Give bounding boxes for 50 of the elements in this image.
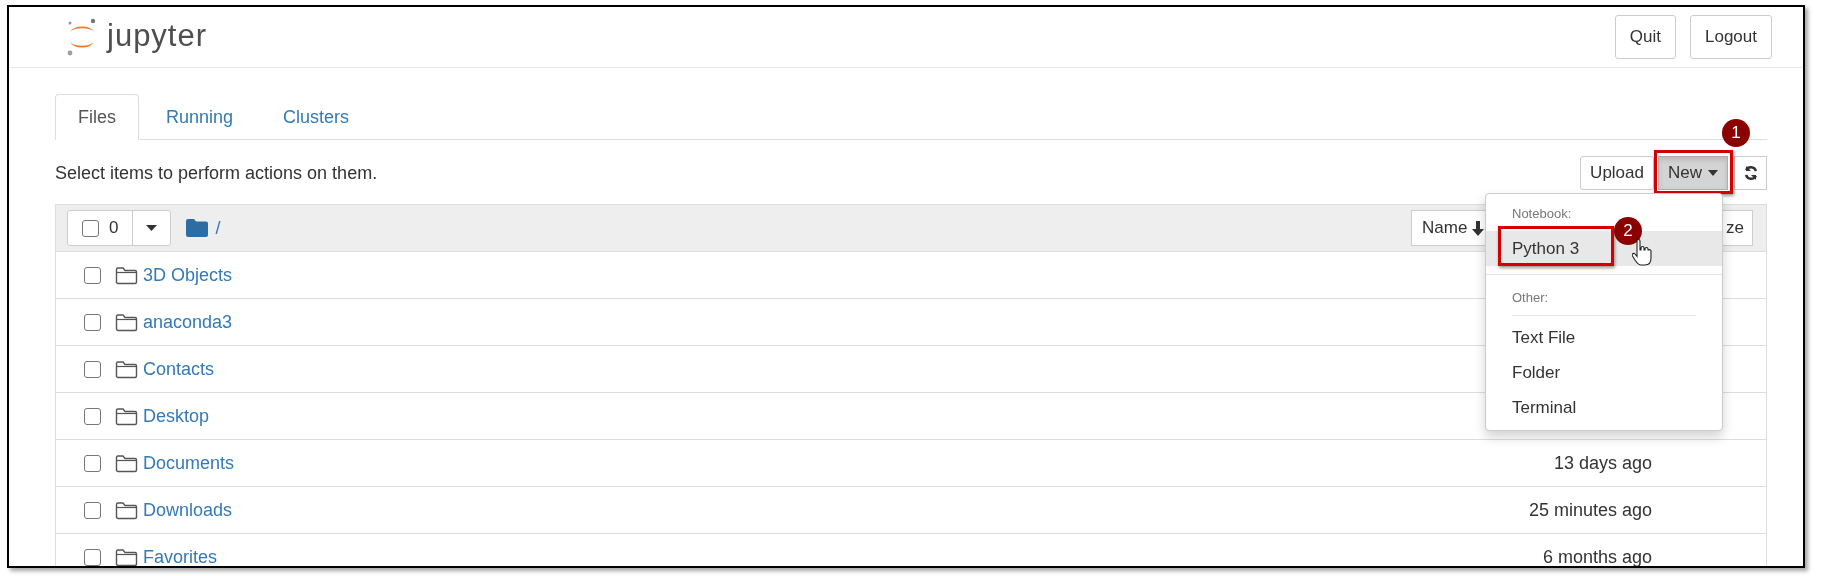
folder-link[interactable]: Documents	[143, 449, 235, 477]
header-button[interactable]: Quit	[1614, 15, 1676, 59]
folder-link[interactable]: anaconda3	[143, 308, 233, 336]
refresh-button[interactable]	[1734, 156, 1767, 190]
checkbox[interactable]	[84, 407, 101, 425]
menu-item[interactable]: Text File	[1486, 320, 1722, 355]
folder-icon	[115, 406, 138, 426]
menu-item[interactable]: Folder	[1486, 355, 1722, 390]
breadcrumb-link[interactable]: /	[215, 214, 221, 242]
checkbox[interactable]	[84, 266, 101, 284]
folder-icon	[115, 312, 138, 332]
folder-link[interactable]: Favorites	[143, 543, 218, 566]
modified-time: 13 days ago	[1553, 451, 1652, 475]
folder-icon	[115, 265, 138, 285]
refresh-icon	[1742, 165, 1759, 181]
instruction-text: Select items to perform actions on them.	[55, 161, 378, 185]
caret-icon	[146, 225, 158, 231]
folder-icon	[115, 359, 138, 379]
tab[interactable]: Running	[143, 94, 257, 140]
checkbox[interactable]	[84, 454, 101, 472]
folder-link[interactable]: Desktop	[143, 402, 210, 430]
menu-heading: Notebook:	[1512, 206, 1572, 221]
header-button[interactable]: Logout	[1690, 15, 1772, 59]
checkbox[interactable]	[84, 313, 101, 331]
folder-icon	[115, 500, 138, 520]
folder-icon	[115, 453, 138, 473]
checkbox[interactable]	[84, 501, 101, 519]
modified-time: 6 months ago	[1542, 545, 1652, 566]
folder-link[interactable]: Downloads	[143, 496, 233, 524]
step-marker: 2	[1614, 217, 1642, 245]
checkbox[interactable]	[82, 219, 99, 237]
selected-count: 0	[109, 217, 119, 240]
menu-item[interactable]: Terminal	[1486, 390, 1722, 425]
modified-time: 25 minutes ago	[1528, 498, 1652, 522]
menu-heading: Other:	[1512, 290, 1549, 305]
new-button[interactable]: New	[1658, 156, 1728, 190]
tab[interactable]: Files	[55, 94, 139, 140]
upload-button[interactable]: Upload	[1580, 156, 1654, 190]
caret-icon	[1708, 170, 1718, 176]
checkbox[interactable]	[84, 548, 101, 566]
folder-link[interactable]: 3D Objects	[143, 261, 233, 289]
checkbox[interactable]	[84, 360, 101, 378]
folder-icon	[115, 547, 138, 566]
folder-link[interactable]: Contacts	[143, 355, 215, 383]
folder-icon	[186, 219, 209, 237]
logo-text: jupyter	[107, 19, 208, 51]
hand-cursor-icon	[1632, 239, 1652, 267]
arrow-down-icon	[1472, 220, 1485, 236]
step-marker: 1	[1722, 119, 1750, 147]
tab[interactable]: Clusters	[260, 94, 373, 140]
